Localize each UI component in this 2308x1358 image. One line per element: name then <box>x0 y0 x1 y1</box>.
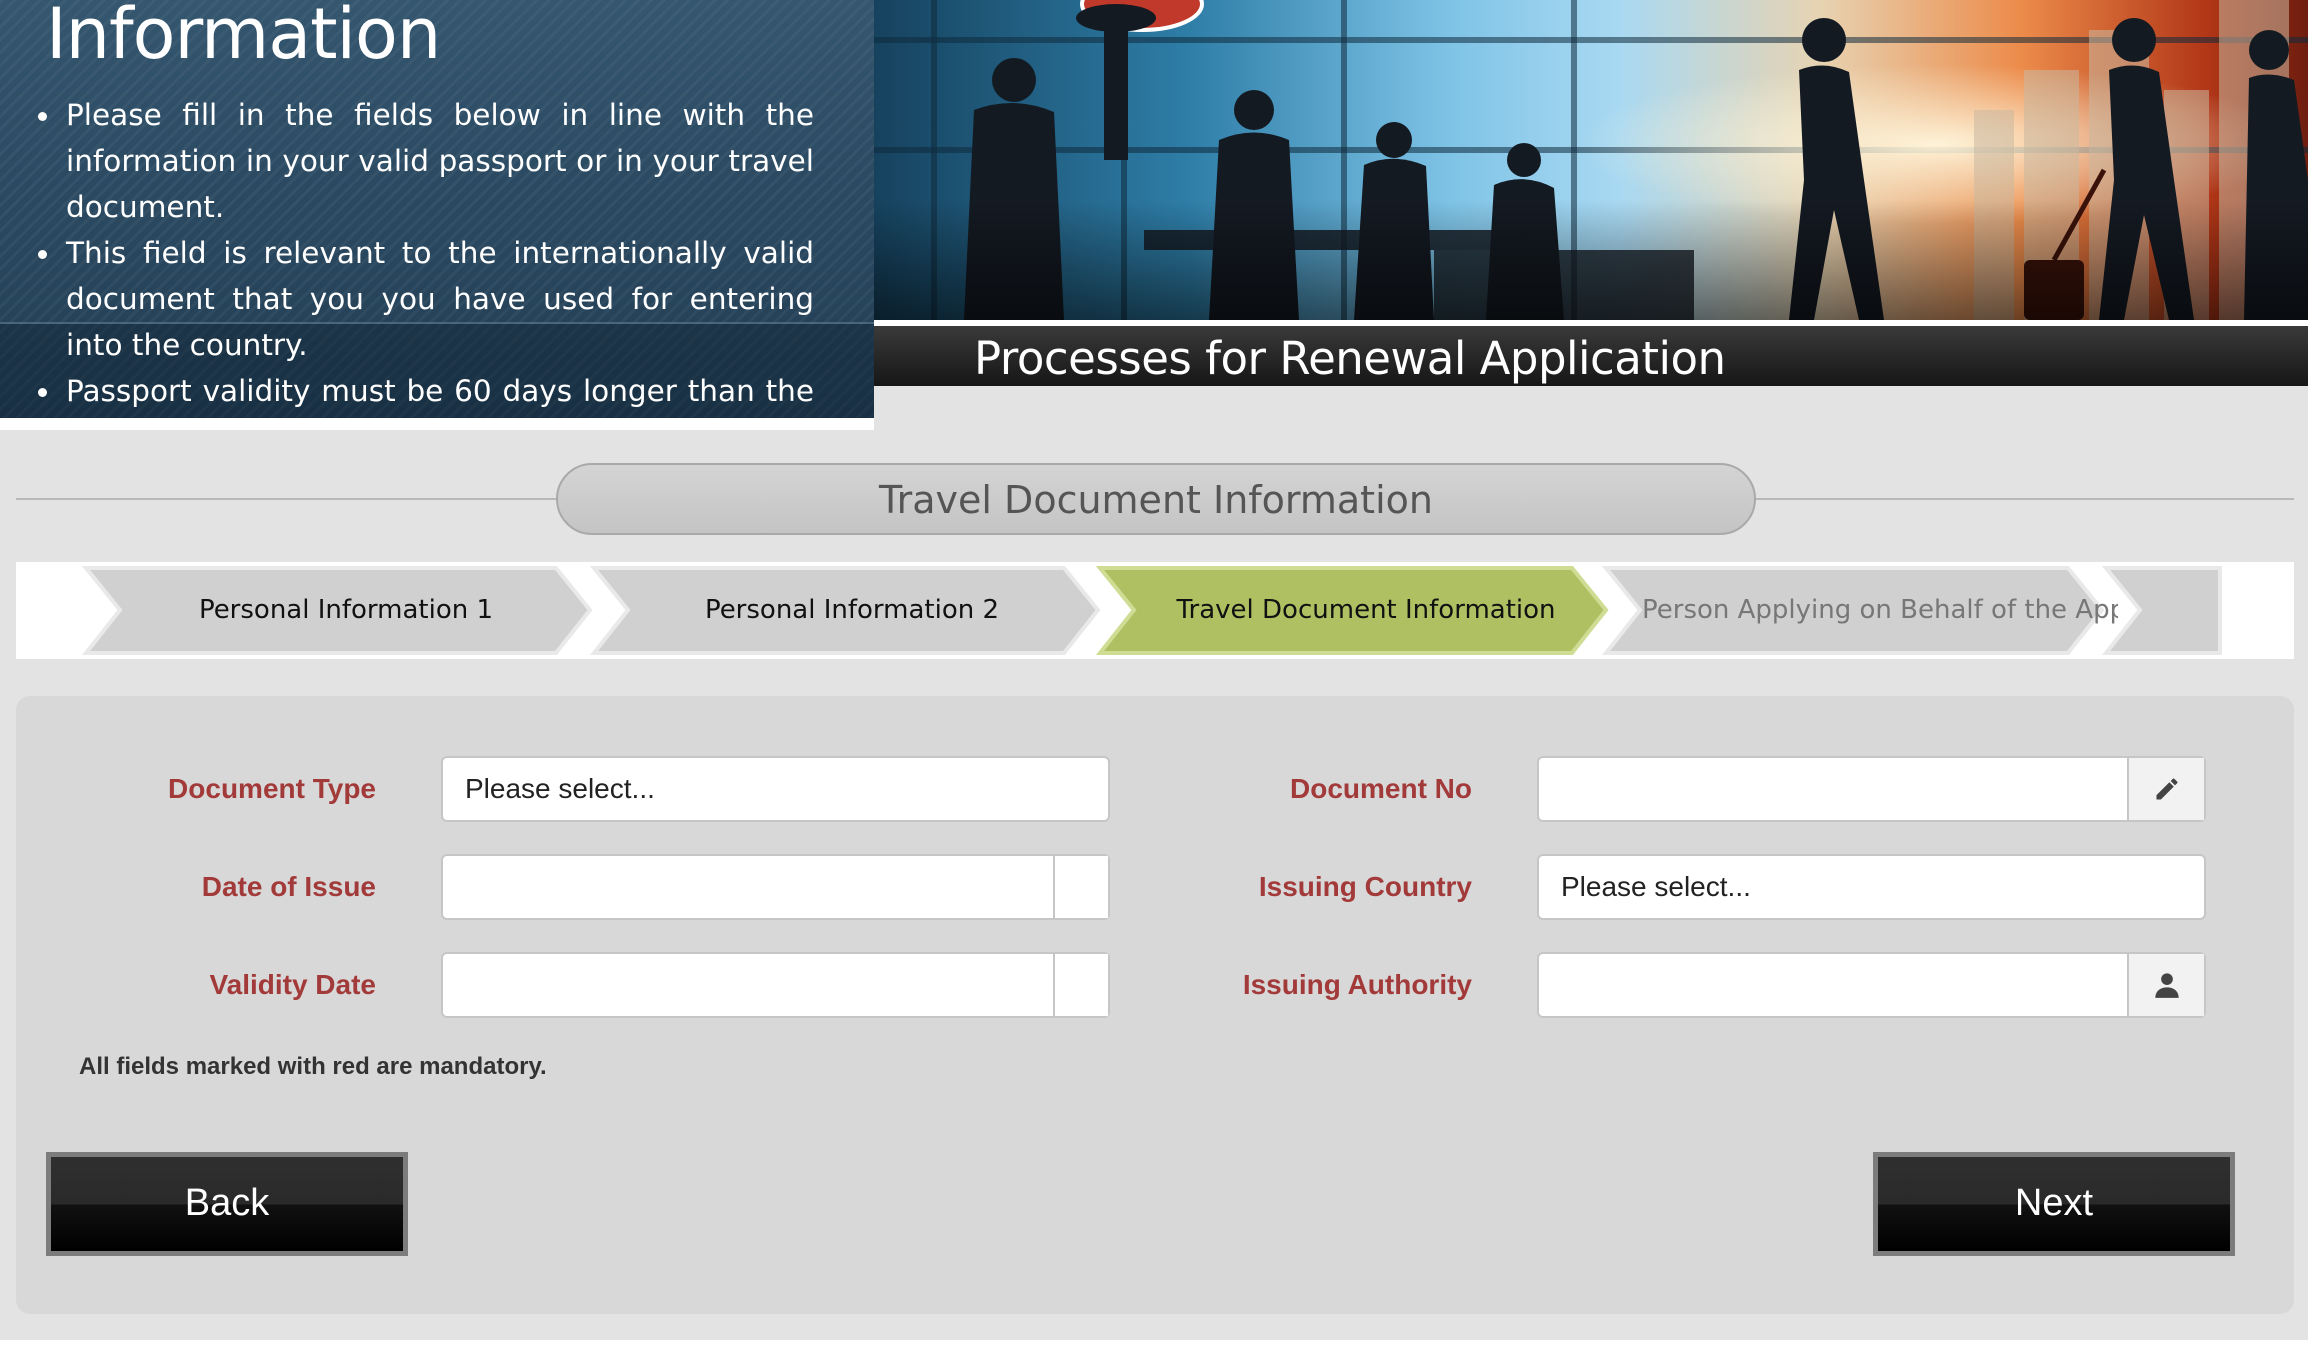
page: Information Please fill in the fields be… <box>0 0 2308 1358</box>
info-panel-body: Information Please fill in the fields be… <box>0 0 874 418</box>
step-arrow-shape <box>2101 566 2222 655</box>
info-bullet: Passport validity must be 60 days longer… <box>38 368 814 418</box>
issuing-authority-input[interactable] <box>1539 954 2127 1016</box>
date-of-issue-label: Date of Issue <box>201 871 376 902</box>
info-bullet: This field is relevant to the internatio… <box>38 230 814 368</box>
calendar-icon[interactable] <box>1053 954 1108 1016</box>
document-type-value: Please select... <box>465 773 655 804</box>
document-no-input[interactable] <box>1539 758 2127 820</box>
step-personal-information-1[interactable]: Personal Information 1 <box>126 562 566 659</box>
mandatory-note: All fields marked with red are mandatory… <box>79 1053 547 1080</box>
calendar-icon[interactable] <box>1053 856 1108 918</box>
section-title: Travel Document Information <box>556 463 1756 535</box>
validity-date-field <box>441 952 1110 1018</box>
next-button[interactable]: Next <box>1873 1152 2235 1256</box>
validity-date-label: Validity Date <box>209 969 376 1000</box>
issuing-authority-field <box>1537 952 2206 1018</box>
info-bullet: Please fill in the fields below in line … <box>38 92 814 230</box>
document-no-label: Document No <box>1290 773 1472 804</box>
step-personal-information-2[interactable]: Personal Information 2 <box>632 562 1072 659</box>
user-icon[interactable] <box>2127 954 2204 1016</box>
info-panel: Information Please fill in the fields be… <box>0 0 874 430</box>
date-of-issue-field <box>441 854 1110 920</box>
bottom-strip <box>0 1340 2308 1358</box>
info-bullet-list: Please fill in the fields below in line … <box>38 92 814 418</box>
process-title: Processes for Renewal Application <box>974 332 1726 385</box>
wizard-steps: Personal Information 1 Personal Informat… <box>16 562 2294 659</box>
back-button[interactable]: Back <box>46 1152 408 1256</box>
process-title-bar: Processes for Renewal Application <box>874 326 2308 386</box>
issuing-country-value: Please select... <box>1561 871 1751 902</box>
date-of-issue-input[interactable] <box>443 856 1053 918</box>
validity-date-input[interactable] <box>443 954 1053 1016</box>
document-no-field <box>1537 756 2206 822</box>
document-type-select[interactable]: Please select... <box>441 756 1110 822</box>
step-travel-document-information[interactable]: Travel Document Information <box>1126 562 1606 659</box>
document-type-label: Document Type <box>168 773 376 804</box>
issuing-country-label: Issuing Country <box>1258 871 1472 902</box>
issuing-authority-label: Issuing Authority <box>1242 969 1472 1000</box>
banner-image <box>874 0 2308 320</box>
banner-illustration <box>874 0 2308 320</box>
issuing-country-select[interactable]: Please select... <box>1537 854 2206 920</box>
info-title: Information <box>46 0 441 75</box>
step-person-applying-on-behalf[interactable]: Person Applying on Behalf of the Applica… <box>1628 562 2118 659</box>
pencil-icon[interactable] <box>2127 758 2204 820</box>
